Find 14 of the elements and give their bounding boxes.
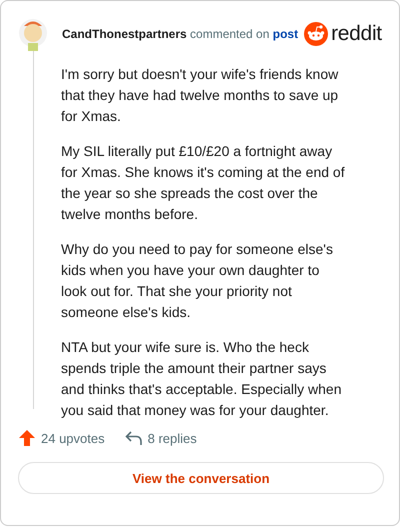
- upvote-icon[interactable]: [18, 429, 36, 447]
- reply-count: 8 replies: [148, 430, 197, 446]
- avatar-icon: [18, 17, 48, 51]
- comment-paragraph: I'm sorry but doesn't your wife's friends know that they have had twelve months to save up for Xmas.: [61, 65, 340, 126]
- comment-paragraph: Why do you need to pay for someone else's kids when you have your own daughter to look out for. That she your priority not someone else's kids.: [61, 240, 334, 322]
- upvote-count: 24 upvotes: [41, 430, 105, 446]
- comment-paragraph: My SIL literally put £10/£20 a fortnight away for Xmas. She knows it's coming at the end of the year so she spreads the cost over the twelve months before.: [61, 142, 346, 224]
- view-conversation-button[interactable]: View the conversation: [18, 462, 384, 494]
- post-link[interactable]: post: [272, 27, 298, 41]
- reply-icon: [124, 430, 143, 446]
- comment-byline: CandThonestpartners commented on post: [62, 27, 298, 41]
- reddit-wordmark: reddit: [331, 22, 382, 46]
- comment-paragraph: NTA but your wife sure is. Who the heck spends triple the amount their partner says and thinks that's acceptable. Especially when you said that money was for your daughter.: [61, 338, 343, 420]
- reddit-logo-icon: [304, 22, 328, 46]
